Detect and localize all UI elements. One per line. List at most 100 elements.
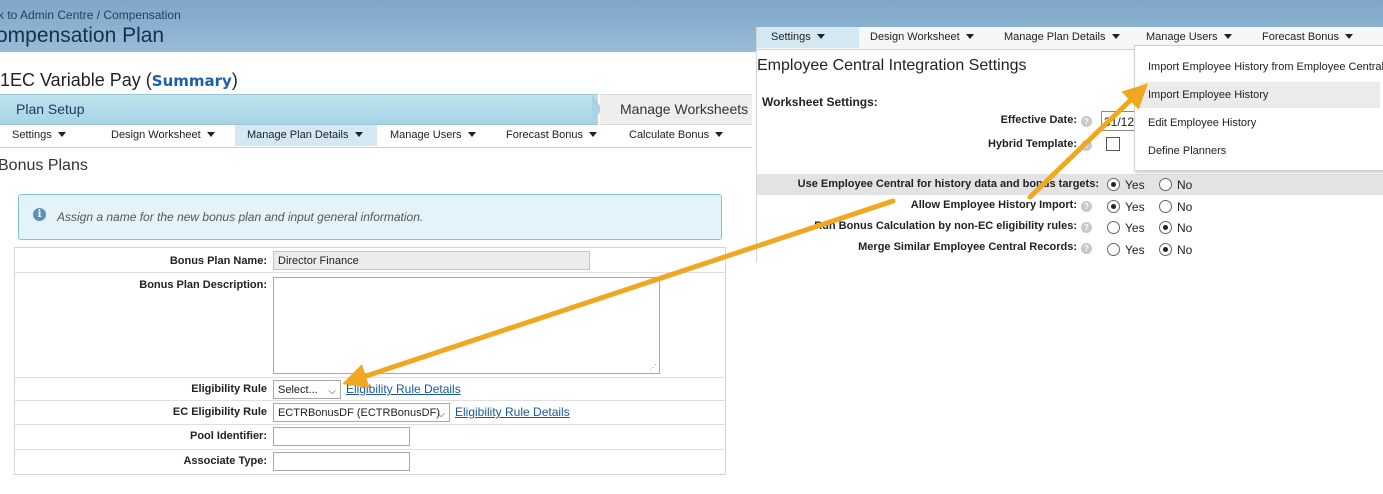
menu-manage-plan-details-label: Manage Plan Details xyxy=(247,129,349,141)
menu-settings[interactable]: Settings xyxy=(757,27,859,48)
chevron-down-icon xyxy=(1111,34,1120,39)
no-label: No xyxy=(1177,200,1193,214)
manage-users-dropdown: Import Employee History from Employee Ce… xyxy=(1134,45,1383,171)
ec-eligibility-rule-details-link[interactable]: Eligibility Rule Details xyxy=(455,405,570,419)
ec-settings-title: Employee Central Integration Settings xyxy=(757,57,1027,74)
use-ec-history-no-radio[interactable] xyxy=(1159,178,1172,191)
menu-manage-users[interactable]: Manage Users xyxy=(378,125,490,146)
page-title: ompensation Plan xyxy=(0,24,165,47)
plan-title: 1EC Variable Pay (Summary) xyxy=(0,70,238,91)
bonus-plan-name-input[interactable]: Director Finance xyxy=(273,251,590,270)
resize-handle-icon[interactable]: ⋰ xyxy=(649,363,657,372)
ec-eligibility-rule-label: EC Eligibility Rule xyxy=(172,406,267,418)
eligibility-rule-value: Select... xyxy=(278,384,318,396)
step-manage-worksheets[interactable]: Manage Worksheets xyxy=(600,94,752,125)
breadcrumb[interactable]: k to Admin Centre / Compensation xyxy=(0,8,181,22)
menu-calculate-bonus-label: Calculate Bonus xyxy=(629,129,710,141)
form-row-pool: Pool Identifier: xyxy=(15,425,725,450)
allow-history-import-text: Allow Employee History Import: xyxy=(910,199,1077,211)
allow-history-import-label: Allow Employee History Import:? xyxy=(911,199,1092,212)
menu-forecast-bonus-label: Forecast Bonus xyxy=(1262,31,1340,43)
no-label: No xyxy=(1177,243,1193,257)
effective-date-input[interactable]: 31/12 xyxy=(1101,111,1135,131)
form-row-name: Bonus Plan Name: Director Finance xyxy=(15,248,725,273)
run-bonus-calc-yes-radio[interactable] xyxy=(1107,221,1120,234)
hybrid-template-checkbox[interactable] xyxy=(1106,137,1120,151)
merge-records-yes-radio[interactable] xyxy=(1107,243,1120,256)
menu-forecast-bonus[interactable]: Forecast Bonus xyxy=(494,125,612,146)
chevron-down-icon: ⌵ xyxy=(437,409,445,420)
form-row-ec-eligibility: EC Eligibility Rule ECTRBonusDF (ECTRBon… xyxy=(15,401,725,425)
info-message: i Assign a name for the new bonus plan a… xyxy=(18,194,722,240)
allow-history-import-no-radio[interactable] xyxy=(1159,200,1172,213)
merge-records-text: Merge Similar Employee Central Records: xyxy=(858,241,1077,253)
menu-manage-plan-details[interactable]: Manage Plan Details xyxy=(235,125,377,146)
help-icon[interactable]: ? xyxy=(1081,243,1092,254)
chevron-down-icon xyxy=(467,132,476,137)
use-ec-history-label: Use Employee Central for history data an… xyxy=(797,178,1099,190)
left-menu-bar: Settings Design Worksheet Manage Plan De… xyxy=(0,125,752,148)
menu-settings-label: Settings xyxy=(12,129,52,141)
plan-name: 1EC Variable Pay xyxy=(0,70,141,90)
menu-design-worksheet[interactable]: Design Worksheet xyxy=(99,125,236,146)
chevron-down-icon xyxy=(354,132,363,137)
no-label: No xyxy=(1177,221,1193,235)
help-icon[interactable]: ? xyxy=(1081,116,1092,127)
bonus-plan-description-textarea[interactable]: ⋰ xyxy=(273,277,660,374)
chevron-down-icon xyxy=(816,34,825,39)
dropdown-item-import-from-ec[interactable]: Import Employee History from Employee Ce… xyxy=(1139,54,1383,80)
menu-design-worksheet[interactable]: Design Worksheet xyxy=(858,27,990,48)
menu-calculate-bonus[interactable]: Calculate Bonus xyxy=(617,125,739,146)
menu-design-worksheet-label: Design Worksheet xyxy=(111,129,201,141)
chevron-down-icon: ⌵ xyxy=(328,386,336,397)
pool-identifier-label: Pool Identifier: xyxy=(190,430,267,442)
run-bonus-calc-text: Run Bonus Calculation by non-EC eligibil… xyxy=(814,220,1077,232)
form-row-eligibility: Eligibility Rule Select... ⌵ Eligibility… xyxy=(15,378,725,401)
eligibility-rule-details-link[interactable]: Eligibility Rule Details xyxy=(346,382,461,396)
hybrid-template-text: Hybrid Template: xyxy=(987,138,1077,150)
menu-manage-users-label: Manage Users xyxy=(1146,31,1218,43)
chevron-down-icon xyxy=(589,132,598,137)
dropdown-item-import-history[interactable]: Import Employee History xyxy=(1139,82,1380,108)
yes-label: Yes xyxy=(1125,243,1145,257)
menu-settings[interactable]: Settings xyxy=(0,125,100,146)
dropdown-item-edit-history[interactable]: Edit Employee History xyxy=(1139,110,1380,136)
run-bonus-calc-label: Run Bonus Calculation by non-EC eligibil… xyxy=(814,220,1092,233)
step-manage-worksheets-label: Manage Worksheets xyxy=(620,101,749,117)
associate-type-input[interactable] xyxy=(273,452,410,471)
associate-type-label: Associate Type: xyxy=(183,455,267,467)
menu-manage-plan-details[interactable]: Manage Plan Details xyxy=(992,27,1134,48)
merge-records-no-radio[interactable] xyxy=(1159,243,1172,256)
form-row-description: Bonus Plan Description: ⋰ xyxy=(15,273,725,378)
use-ec-history-yes-radio[interactable] xyxy=(1107,178,1120,191)
summary-link[interactable]: Summary xyxy=(152,72,232,90)
yes-label: Yes xyxy=(1125,221,1145,235)
ec-eligibility-rule-value: ECTRBonusDF (ECTRBonusDF) xyxy=(278,407,440,419)
pool-identifier-input[interactable] xyxy=(273,427,410,446)
bonus-plan-description-label: Bonus Plan Description: xyxy=(139,279,267,291)
effective-date-text: Effective Date: xyxy=(1000,114,1077,126)
yes-label: Yes xyxy=(1125,200,1145,214)
eligibility-rule-select[interactable]: Select... ⌵ xyxy=(273,380,341,399)
chevron-down-icon xyxy=(1223,34,1232,39)
ec-eligibility-rule-select[interactable]: ECTRBonusDF (ECTRBonusDF) ⌵ xyxy=(273,403,450,422)
effective-date-label: Effective Date:? xyxy=(1001,114,1092,127)
chevron-down-icon xyxy=(1345,34,1354,39)
yes-label: Yes xyxy=(1125,178,1145,192)
help-icon[interactable]: ? xyxy=(1081,140,1092,151)
run-bonus-calc-no-radio[interactable] xyxy=(1159,221,1172,234)
menu-design-worksheet-label: Design Worksheet xyxy=(870,31,960,43)
eligibility-rule-label: Eligibility Rule xyxy=(191,383,267,395)
step-plan-setup[interactable]: Plan Setup xyxy=(0,94,598,125)
dropdown-item-define-planners[interactable]: Define Planners xyxy=(1139,138,1380,164)
menu-forecast-bonus-label: Forecast Bonus xyxy=(506,129,584,141)
help-icon[interactable]: ? xyxy=(1081,201,1092,212)
info-icon: i xyxy=(33,208,46,221)
form-row-associate: Associate Type: xyxy=(15,450,725,473)
help-icon[interactable]: ? xyxy=(1081,222,1092,233)
step-plan-setup-label: Plan Setup xyxy=(16,101,85,117)
merge-records-label: Merge Similar Employee Central Records:? xyxy=(858,241,1092,254)
allow-history-import-yes-radio[interactable] xyxy=(1107,200,1120,213)
chevron-down-icon xyxy=(206,132,215,137)
menu-settings-label: Settings xyxy=(771,31,811,43)
